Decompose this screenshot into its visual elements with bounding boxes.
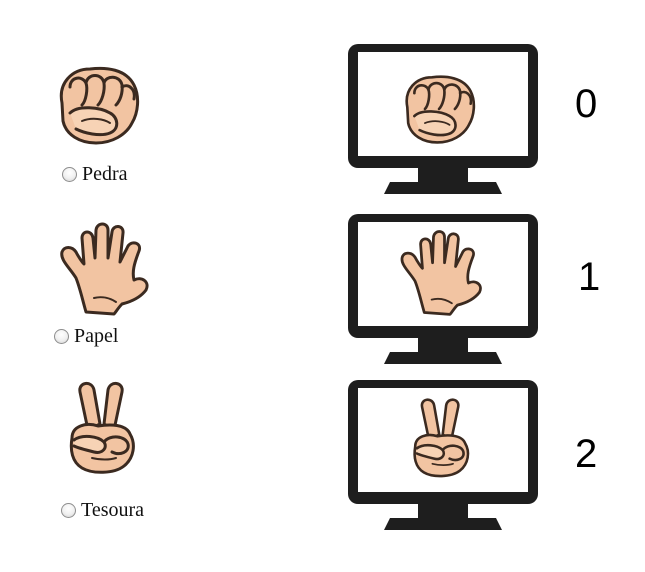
rock-radio[interactable] [62,166,77,182]
scissors-score: 2 [575,432,598,476]
rock-hand-icon [48,55,148,155]
opponent-rock-hand-icon [395,65,483,153]
rock-score: 0 [575,82,598,126]
rock-label: Pedra [82,163,128,185]
choice-paper[interactable]: Papel [54,326,118,346]
paper-label: Papel [74,325,119,347]
opponent-scissors-hand-icon [398,392,484,484]
scissors-hand-icon [52,378,152,478]
scissors-label: Tesoura [81,499,145,521]
scissors-radio[interactable] [61,502,76,518]
choice-rock[interactable]: Pedra [62,164,128,184]
paper-radio[interactable] [54,328,69,344]
paper-hand-icon [52,218,152,318]
opponent-paper-hand-icon [393,226,485,318]
choice-scissors[interactable]: Tesoura [61,500,144,520]
paper-score: 1 [578,255,601,299]
